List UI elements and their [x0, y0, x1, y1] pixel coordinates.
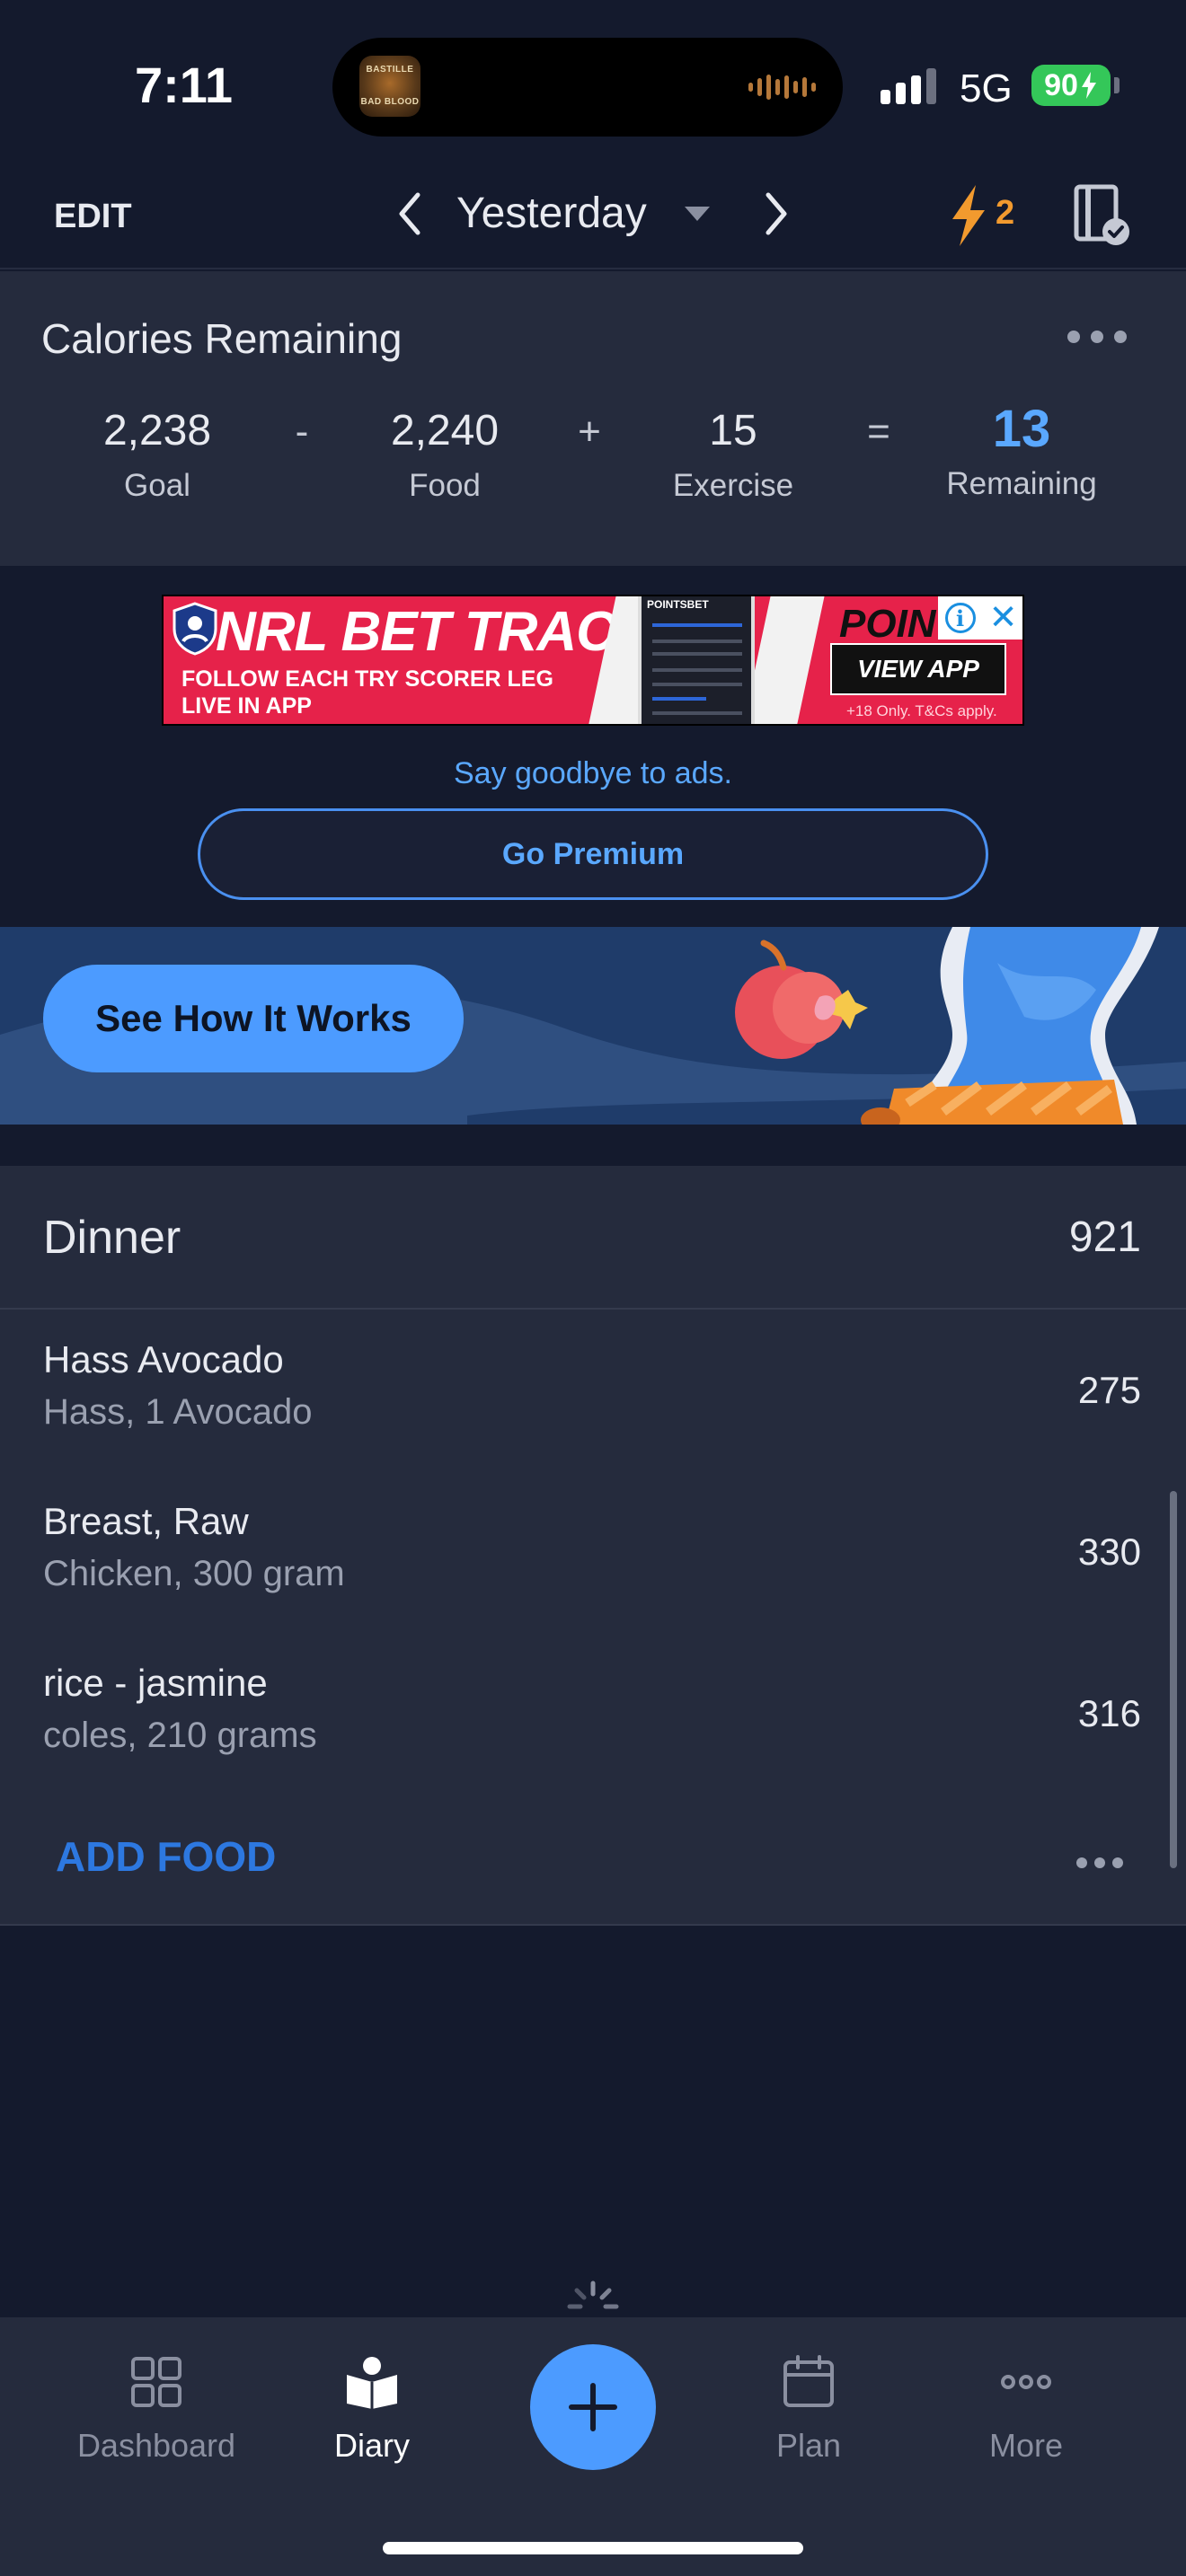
tab-dashboard[interactable]: Dashboard: [49, 2353, 264, 2465]
food-name: Hass Avocado: [43, 1338, 284, 1381]
exercise-value: 15: [709, 407, 757, 454]
food-calories: 275: [1077, 1369, 1141, 1411]
remaining-label: Remaining: [946, 466, 1097, 501]
status-time: 7:11: [135, 57, 233, 113]
food-value: 2,240: [390, 407, 500, 454]
more-icon: [1001, 2375, 1051, 2389]
battery-cap: [1114, 77, 1120, 93]
food-description: coles, 210 grams: [43, 1716, 317, 1755]
exercise-label: Exercise: [672, 468, 794, 503]
network-type: 5G: [960, 66, 1013, 110]
diary-top-nav: EDIT Yesterday 2: [0, 162, 1186, 269]
calories-title: Calories Remaining: [41, 315, 403, 362]
chevron-left-icon: [399, 192, 420, 235]
ad-banner[interactable]: NRL BET TRACKER FOLLOW EACH TRY SCORER L…: [162, 595, 1024, 726]
tab-label: Diary: [333, 2427, 410, 2464]
add-food-button[interactable]: ADD FOOD: [56, 1832, 276, 1881]
plus-operator: +: [578, 410, 601, 454]
food-name: rice - jasmine: [43, 1662, 268, 1704]
more-options-icon[interactable]: [1067, 331, 1127, 343]
previous-day-button[interactable]: [383, 187, 437, 241]
remaining-column: 13 Remaining: [932, 400, 1111, 502]
food-column: 2,240 Food: [355, 406, 535, 504]
meal-total-calories: 921: [1068, 1213, 1141, 1261]
food-item[interactable]: Breast, Raw Chicken, 300 gram 330: [0, 1473, 1186, 1635]
goal-column: 2,238 Goal: [67, 406, 247, 504]
see-how-it-works-button[interactable]: See How It Works: [43, 965, 464, 1072]
minus-operator: -: [295, 410, 309, 454]
tab-label: Dashboard: [76, 2427, 236, 2464]
meal-header[interactable]: Dinner 921: [0, 1166, 1186, 1310]
ad-info-icon[interactable]: i: [944, 603, 976, 633]
remove-ads-text[interactable]: Say goodbye to ads.: [0, 756, 1186, 791]
tab-diary[interactable]: Diary: [264, 2353, 480, 2465]
tab-label: Plan: [775, 2427, 842, 2464]
food-label: Food: [409, 468, 481, 503]
food-name: Breast, Raw: [43, 1500, 249, 1542]
battery-level: 90: [1044, 67, 1078, 102]
goal-label: Goal: [124, 468, 190, 503]
goal-value: 2,238: [102, 407, 212, 454]
ad-phone-image: POINTSBET: [638, 596, 755, 724]
chevron-right-icon: [766, 192, 787, 235]
diary-icon: [347, 2357, 397, 2409]
streak-count[interactable]: 2: [996, 194, 1014, 233]
section-gap: [0, 1125, 1186, 1166]
dashboard-icon: [131, 2357, 181, 2407]
exercise-column: 15 Exercise: [643, 406, 823, 504]
dynamic-island[interactable]: BASTILLE BAD BLOOD: [332, 38, 843, 137]
next-day-button[interactable]: [749, 187, 803, 241]
ad-stripe: [742, 596, 825, 724]
remaining-value: 13: [992, 400, 1051, 458]
food-description: Hass, 1 Avocado: [43, 1392, 313, 1432]
tab-label: More: [988, 2427, 1064, 2464]
lightning-streak-icon[interactable]: [933, 180, 1005, 251]
go-premium-button[interactable]: Go Premium: [198, 808, 988, 900]
battery-icon: 90: [1031, 65, 1111, 106]
food-item[interactable]: Hass Avocado Hass, 1 Avocado 275: [0, 1311, 1186, 1473]
food-description: Chicken, 300 gram: [43, 1554, 345, 1593]
ad-view-app-button[interactable]: VIEW APP: [830, 643, 1006, 695]
tab-plan[interactable]: Plan: [701, 2353, 916, 2465]
audio-waveform-icon: [748, 74, 816, 101]
cellular-signal-icon: [881, 66, 936, 104]
add-button[interactable]: [530, 2344, 656, 2470]
food-calories: 316: [1077, 1692, 1141, 1734]
scrollbar[interactable]: [1170, 1491, 1177, 1868]
plus-icon: [569, 2383, 617, 2431]
meal-more-options-icon[interactable]: [1076, 1857, 1123, 1868]
diary-complete-icon[interactable]: [1073, 183, 1130, 246]
promo-banner[interactable]: See How It Works: [0, 927, 1186, 1125]
album-art-icon: BASTILLE BAD BLOOD: [359, 56, 420, 117]
ad-line-1: FOLLOW EACH TRY SCORER LEG: [181, 666, 553, 692]
ad-close-icon[interactable]: ✕: [989, 601, 1018, 635]
calories-remaining-card[interactable]: Calories Remaining 2,238 Goal - 2,240 Fo…: [0, 271, 1186, 566]
dropdown-caret-icon[interactable]: [685, 207, 710, 221]
status-bar: 7:11 BASTILLE BAD BLOOD 5G 90: [0, 0, 1186, 162]
ad-section: NRL BET TRACKER FOLLOW EACH TRY SCORER L…: [0, 566, 1186, 927]
edit-button[interactable]: EDIT: [54, 198, 132, 236]
bottom-tab-bar: Dashboard Diary Plan More: [0, 2317, 1186, 2576]
equals-operator: =: [867, 410, 890, 454]
ad-choices[interactable]: i ✕: [938, 596, 1022, 640]
dinner-section: Dinner 921 Hass Avocado Hass, 1 Avocado …: [0, 1166, 1186, 1924]
ad-line-2: LIVE IN APP: [181, 693, 312, 719]
shield-logo-icon: [173, 602, 217, 656]
tab-more[interactable]: More: [918, 2353, 1134, 2465]
day-selector[interactable]: Yesterday: [456, 189, 647, 238]
meal-title: Dinner: [43, 1212, 181, 1264]
home-indicator[interactable]: [383, 2542, 803, 2554]
ad-disclaimer: +18 Only. T&Cs apply.: [846, 702, 997, 719]
empty-area: [0, 1924, 1186, 2317]
food-item[interactable]: rice - jasmine coles, 210 grams 316: [0, 1635, 1186, 1796]
food-calories: 330: [1077, 1531, 1141, 1573]
calendar-icon: [783, 2355, 834, 2407]
